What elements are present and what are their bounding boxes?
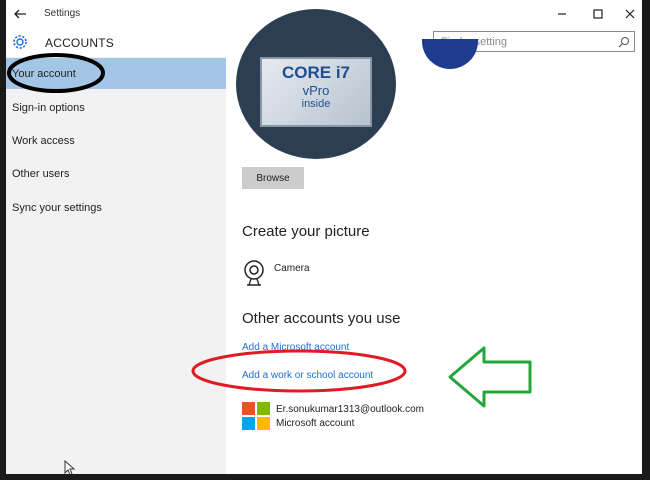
browse-button[interactable]: Browse bbox=[242, 167, 304, 189]
settings-window: Settings ACCOUNTS Find a setting Your ac… bbox=[6, 0, 642, 474]
back-arrow-icon[interactable] bbox=[12, 6, 28, 22]
black-highlight-ellipse bbox=[7, 53, 105, 93]
window-title: Settings bbox=[44, 8, 81, 19]
account-picture: CORE i7 vPro inside bbox=[236, 9, 396, 159]
maximize-icon[interactable] bbox=[590, 6, 606, 22]
badge-line-3: inside bbox=[301, 98, 331, 110]
badge-line-1: CORE i7 bbox=[281, 63, 351, 82]
other-accounts-heading: Other accounts you use bbox=[242, 310, 401, 327]
account-email[interactable]: Er.sonukumar1313@outlook.com bbox=[276, 404, 424, 415]
sidebar-item-other-users[interactable]: Other users bbox=[12, 168, 69, 180]
sidebar-item-sign-in-options[interactable]: Sign-in options bbox=[12, 102, 85, 114]
close-icon[interactable] bbox=[622, 6, 638, 22]
camera-icon[interactable] bbox=[242, 259, 266, 287]
minimize-icon[interactable] bbox=[554, 6, 570, 22]
account-type: Microsoft account bbox=[276, 418, 355, 429]
mouse-cursor-icon bbox=[64, 460, 76, 474]
green-arrow-icon bbox=[448, 346, 532, 408]
microsoft-logo-icon bbox=[242, 402, 270, 430]
previous-picture[interactable] bbox=[422, 39, 478, 69]
sidebar-item-sync-settings[interactable]: Sync your settings bbox=[12, 202, 102, 214]
sidebar-item-work-access[interactable]: Work access bbox=[12, 135, 75, 147]
main-content: CORE i7 vPro inside Browse Create your p… bbox=[226, 9, 642, 474]
camera-label[interactable]: Camera bbox=[274, 263, 310, 274]
create-picture-heading: Create your picture bbox=[242, 223, 370, 240]
sidebar: Your account Sign-in options Work access… bbox=[6, 57, 226, 474]
red-highlight-ellipse bbox=[191, 349, 407, 393]
badge-line-2: vPro bbox=[302, 83, 330, 98]
screenshot-frame: Settings ACCOUNTS Find a setting Your ac… bbox=[0, 0, 650, 480]
processor-badge: CORE i7 vPro inside bbox=[260, 57, 372, 127]
search-icon[interactable] bbox=[618, 36, 630, 48]
